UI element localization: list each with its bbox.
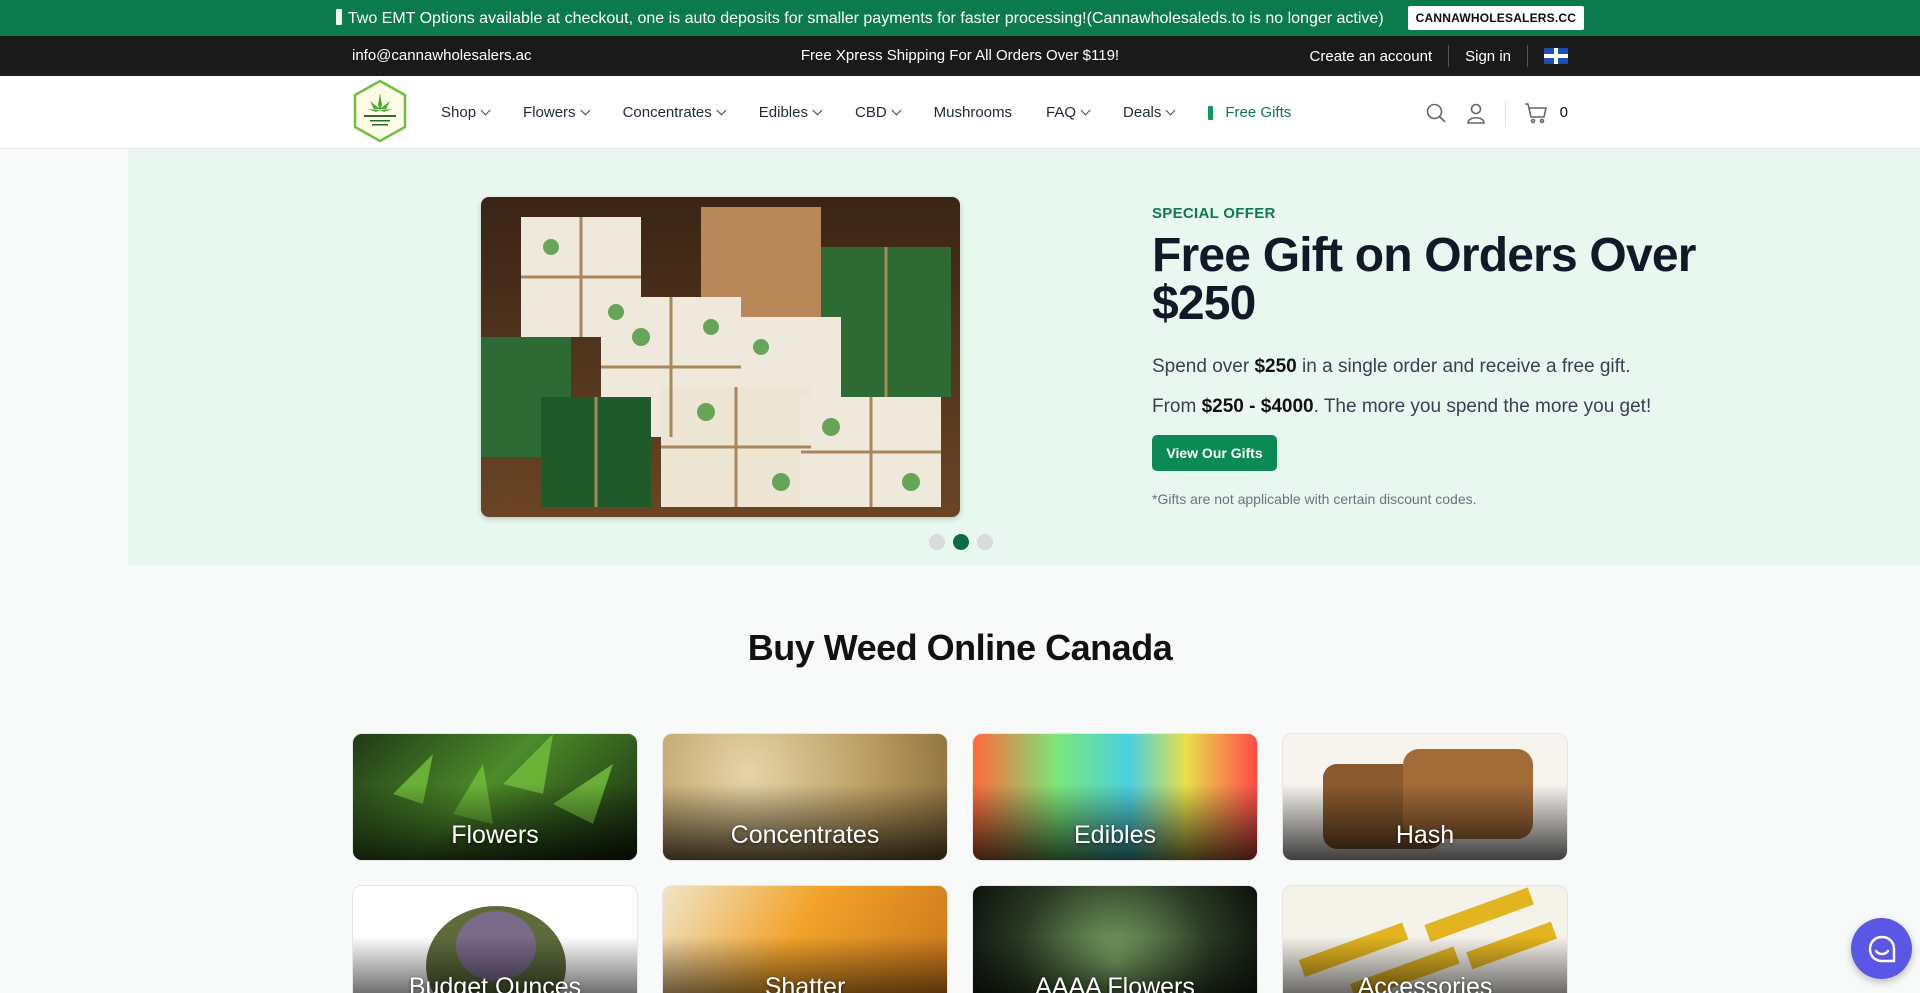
chevron-down-icon — [716, 105, 727, 116]
chevron-down-icon — [891, 105, 902, 116]
divider — [1448, 45, 1450, 67]
chevron-down-icon — [1165, 105, 1176, 116]
category-card-flowers[interactable]: Flowers — [352, 733, 638, 861]
nav-edibles[interactable]: Edibles — [758, 104, 823, 121]
hero-line-1-bold: $250 — [1254, 356, 1297, 377]
hero-line-2-post: . The more you spend the more you get! — [1313, 396, 1652, 417]
nav-free-gifts[interactable]: Free Gifts — [1208, 104, 1291, 121]
sign-in-link[interactable]: Sign in — [1465, 48, 1511, 65]
hero-gift-image — [481, 197, 960, 517]
hero-line-1: Spend over $250 in a single order and re… — [1152, 356, 1631, 378]
chevron-down-icon — [812, 105, 823, 116]
language-flag-icon[interactable] — [1544, 48, 1568, 64]
category-label: Shatter — [764, 973, 846, 993]
nav-shop-label: Shop — [441, 104, 477, 121]
chevron-down-icon — [1080, 105, 1091, 116]
header-actions: 0 — [1425, 76, 1568, 149]
chat-widget-button[interactable] — [1851, 918, 1912, 979]
category-card-budget-ounces[interactable]: Budget Ounces — [352, 885, 638, 993]
nav-edibles-label: Edibles — [758, 104, 808, 121]
site-header: Shop Flowers Concentrates Edibles CBD Mu… — [0, 76, 1920, 149]
announcement-bar: Two EMT Options available at checkout, o… — [0, 0, 1920, 36]
nav-concentrates[interactable]: Concentrates — [622, 104, 727, 121]
nav-mushrooms[interactable]: Mushrooms — [934, 104, 1012, 121]
hero-title: Free Gift on Orders Over $250 — [1152, 229, 1696, 330]
announcement-text: Two EMT Options available at checkout, o… — [347, 9, 1384, 27]
nav-shop[interactable]: Shop — [441, 104, 491, 121]
divider — [1504, 100, 1506, 125]
account-icon[interactable] — [1465, 102, 1487, 124]
hero-line-2-pre: From — [1152, 396, 1202, 417]
account-links: Create an account Sign in — [1310, 36, 1568, 76]
cart-count[interactable]: 0 — [1560, 104, 1568, 121]
section-title: Buy Weed Online Canada — [747, 627, 1173, 668]
announcement-text-wrap: Two EMT Options available at checkout, o… — [335, 8, 1384, 28]
chevron-down-icon — [580, 105, 591, 116]
hero-eyebrow: SPECIAL OFFER — [1152, 205, 1276, 222]
lightning-icon — [335, 8, 342, 25]
nav-deals[interactable]: Deals — [1123, 104, 1176, 121]
nav-mushrooms-label: Mushrooms — [933, 104, 1013, 121]
category-label: AAAA Flowers — [1035, 973, 1195, 993]
category-label: Hash — [1395, 821, 1455, 849]
category-card-aaaa-flowers[interactable]: AAAA Flowers — [972, 885, 1258, 993]
category-card-accessories[interactable]: Accessories — [1282, 885, 1568, 993]
chevron-down-icon — [480, 105, 491, 116]
create-account-link[interactable]: Create an account — [1310, 48, 1433, 65]
cart-icon[interactable] — [1524, 102, 1548, 124]
nav-flowers-label: Flowers — [523, 104, 576, 121]
site-logo[interactable] — [352, 79, 408, 143]
category-label: Accessories — [1357, 973, 1493, 993]
nav-flowers[interactable]: Flowers — [523, 104, 591, 121]
hero-banner — [128, 149, 1920, 566]
nav-faq-label: FAQ — [1046, 104, 1077, 121]
hero-line-1-post: in a single order and receive a free gif… — [1296, 356, 1631, 377]
chat-icon — [1868, 935, 1895, 962]
category-card-shatter[interactable]: Shatter — [662, 885, 948, 993]
search-icon[interactable] — [1425, 102, 1447, 124]
nav-free-gifts-label: Free Gifts — [1225, 104, 1292, 121]
shipping-promo: Free Xpress Shipping For All Orders Over… — [0, 47, 1920, 64]
hero-line-1-pre: Spend over — [1152, 356, 1255, 377]
utility-bar: info@cannawholesalers.ac Free Xpress Shi… — [0, 36, 1920, 76]
shipping-promo-text: Free Xpress Shipping For All Orders Over… — [800, 47, 1120, 64]
nav-concentrates-label: Concentrates — [622, 104, 712, 121]
hero-line-2-bold: $250 - $4000 — [1201, 396, 1314, 417]
carousel-dot[interactable] — [929, 534, 945, 550]
category-card-hash[interactable]: Hash — [1282, 733, 1568, 861]
category-card-edibles[interactable]: Edibles — [972, 733, 1258, 861]
category-label: Concentrates — [730, 821, 880, 849]
nav-cbd-label: CBD — [854, 104, 887, 121]
view-gifts-button[interactable]: View Our Gifts — [1152, 435, 1277, 471]
divider — [1527, 45, 1528, 67]
nav-faq[interactable]: FAQ — [1046, 104, 1091, 121]
carousel-dot[interactable] — [977, 534, 993, 550]
carousel-dot-active[interactable] — [953, 534, 969, 550]
nav-deals-label: Deals — [1123, 104, 1162, 121]
nav-cbd[interactable]: CBD — [854, 104, 902, 121]
category-label: Budget Ounces — [408, 973, 582, 993]
hero-line-2: From $250 - $4000. The more you spend th… — [1152, 396, 1651, 418]
carousel-dots — [929, 534, 993, 550]
main-nav: Shop Flowers Concentrates Edibles CBD Mu… — [441, 76, 1291, 149]
category-label: Flowers — [451, 821, 539, 849]
hero-note: *Gifts are not applicable with certain d… — [1152, 491, 1477, 507]
category-label: Edibles — [1074, 821, 1156, 849]
category-card-concentrates[interactable]: Concentrates — [662, 733, 948, 861]
gift-icon — [1208, 105, 1214, 120]
contact-email-link[interactable]: info@cannawholesalers.ac — [352, 47, 532, 64]
promo-code-badge[interactable]: CANNAWHOLESALERS.CC — [1407, 6, 1585, 30]
